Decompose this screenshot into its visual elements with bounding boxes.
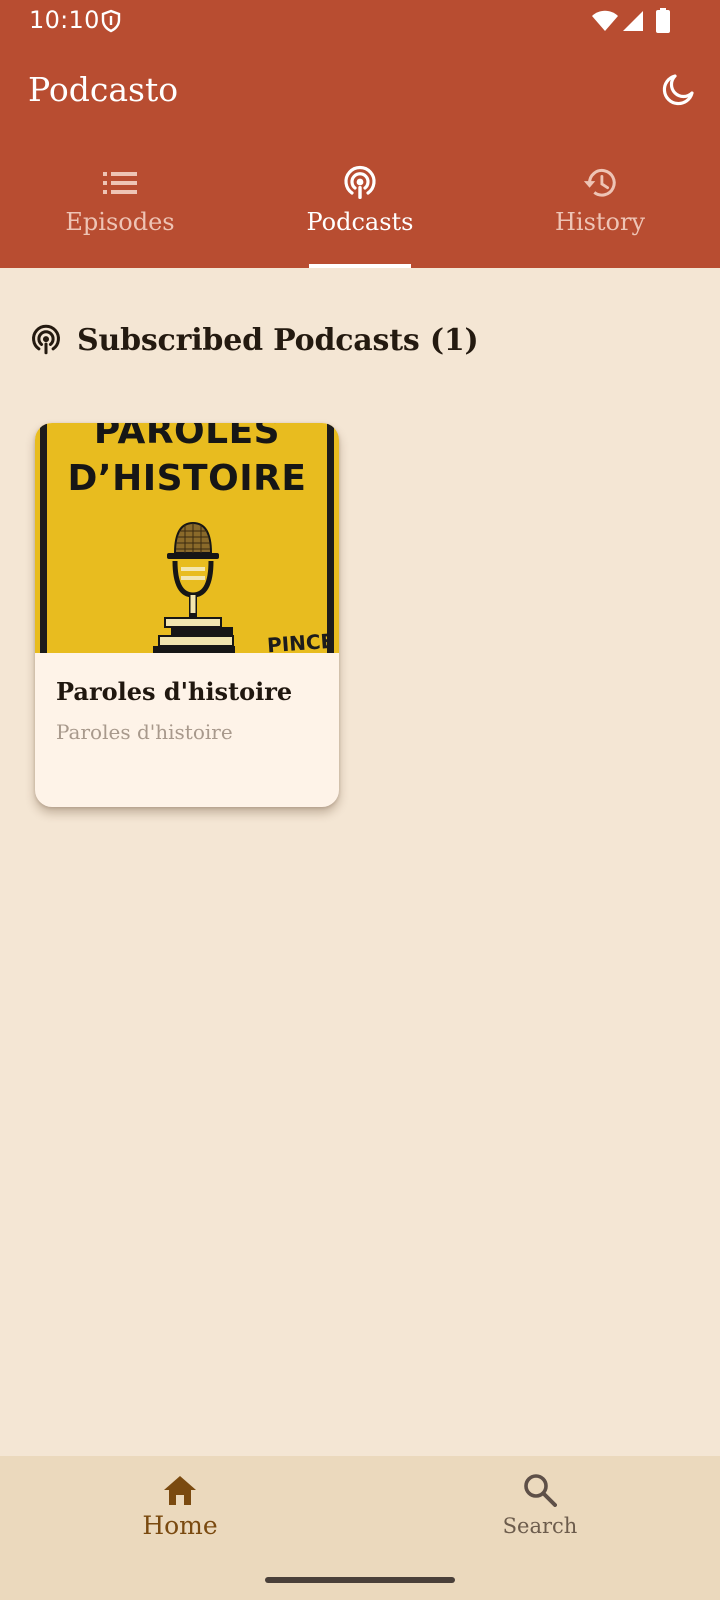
- signal-icon: [623, 11, 643, 31]
- cover-title-line1: PAROLES: [93, 423, 281, 452]
- tab-label: Episodes: [65, 208, 175, 236]
- tab-history[interactable]: History: [480, 150, 720, 268]
- status-time: 10:10: [29, 6, 100, 34]
- nav-label: Search: [502, 1514, 578, 1538]
- podcast-author: Paroles d'histoire: [56, 720, 233, 744]
- nav-label: Home: [142, 1511, 218, 1540]
- app-title: Podcasto: [28, 70, 179, 109]
- home-icon: [161, 1471, 199, 1509]
- app-bar: 10:10 Podcasto Episodes Podcasts History: [0, 0, 720, 268]
- podcast-card[interactable]: PAROLES D’HISTOIRE PINCE Paroles d'histo…: [35, 423, 339, 807]
- tab-episodes[interactable]: Episodes: [0, 150, 240, 268]
- tab-indicator: [309, 264, 411, 268]
- tab-podcasts[interactable]: Podcasts: [240, 150, 480, 268]
- shield-icon: [101, 9, 121, 33]
- cover-signature: PINCE: [266, 628, 335, 653]
- tab-label: History: [554, 208, 646, 236]
- gesture-handle[interactable]: [265, 1577, 455, 1583]
- podcast-cover-image: PAROLES D’HISTOIRE PINCE: [35, 423, 339, 653]
- podcast-title: Paroles d'histoire: [56, 677, 293, 706]
- tab-bar: Episodes Podcasts History: [0, 150, 720, 268]
- nav-home[interactable]: Home: [0, 1456, 360, 1566]
- theme-toggle-button[interactable]: [660, 72, 696, 108]
- section-header: Subscribed Podcasts (1): [30, 320, 479, 360]
- list-icon: [102, 165, 138, 201]
- tab-label: Podcasts: [306, 208, 414, 236]
- nav-search[interactable]: Search: [360, 1456, 720, 1566]
- search-icon: [521, 1471, 559, 1509]
- battery-icon: [656, 8, 670, 33]
- history-icon: [582, 165, 618, 201]
- wifi-icon: [592, 10, 618, 31]
- section-title: Subscribed Podcasts (1): [77, 322, 479, 358]
- status-bar: 10:10: [0, 0, 720, 44]
- podcast-icon: [342, 165, 378, 201]
- cover-title-line2: D’HISTOIRE: [67, 458, 307, 499]
- microphone-illustration: [153, 521, 235, 653]
- podcast-icon: [32, 324, 60, 355]
- moon-icon: [662, 74, 694, 106]
